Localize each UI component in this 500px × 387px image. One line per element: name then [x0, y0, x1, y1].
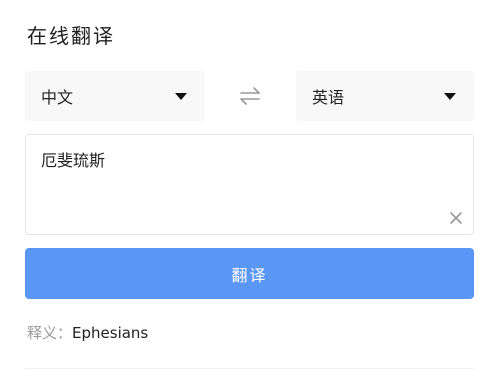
caret-down-icon: [175, 92, 187, 100]
translate-button[interactable]: 翻译: [25, 248, 474, 299]
swap-languages-button[interactable]: [237, 86, 263, 106]
translation-result: 释义： Ephesians: [27, 322, 148, 343]
close-icon: [450, 212, 462, 224]
caret-down-icon: [444, 92, 456, 100]
divider: [25, 368, 474, 369]
source-text-box: [25, 134, 474, 235]
result-value: Ephesians: [72, 324, 149, 342]
source-text-input[interactable]: [41, 147, 431, 217]
swap-arrows-icon: [240, 87, 260, 105]
source-language-select[interactable]: 中文: [25, 71, 205, 121]
source-language-label: 中文: [41, 88, 74, 107]
target-language-select[interactable]: 英语: [296, 71, 474, 121]
result-label: 释义：: [27, 324, 73, 342]
page-title: 在线翻译: [27, 24, 115, 48]
target-language-label: 英语: [312, 88, 345, 107]
clear-input-button[interactable]: [449, 210, 463, 224]
